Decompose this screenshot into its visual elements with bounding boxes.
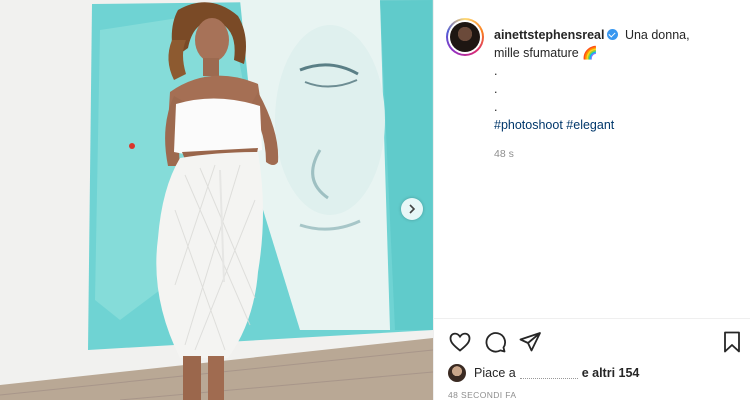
caption-dot: . <box>494 64 498 78</box>
post-timestamp: 48 SECONDI FA <box>448 390 517 400</box>
like-button[interactable] <box>448 330 472 359</box>
share-button[interactable] <box>518 330 542 359</box>
instagram-post: ainettstephensreal Una donna, mille sfum… <box>0 0 750 400</box>
bookmark-icon <box>724 331 740 353</box>
redacted-username <box>519 368 578 379</box>
likes-prefix: Piace a <box>474 366 516 380</box>
avatar-image <box>450 22 480 52</box>
chevron-right-icon <box>409 204 416 214</box>
heart-icon <box>449 332 471 352</box>
caption-timestamp: 48 s <box>494 148 514 160</box>
comment-icon <box>485 332 506 353</box>
post-sidebar: ainettstephensreal Una donna, mille sfum… <box>433 0 750 400</box>
likes-count[interactable]: e altri 154 <box>582 366 640 380</box>
verified-badge-icon <box>607 29 619 40</box>
caption-text: ainettstephensreal Una donna, mille sfum… <box>494 26 734 134</box>
caption-line-1: Una donna, <box>624 28 690 42</box>
photo-illustration <box>0 0 433 400</box>
caption-dot: . <box>494 100 498 114</box>
caption-dot: . <box>494 82 498 96</box>
next-photo-button[interactable] <box>401 198 423 220</box>
rainbow-emoji: 🌈 <box>582 46 598 60</box>
save-button[interactable] <box>720 330 744 359</box>
divider <box>434 318 750 319</box>
author-username[interactable]: ainettstephensreal <box>494 28 604 42</box>
comment-button[interactable] <box>483 330 507 359</box>
post-actions <box>448 330 744 356</box>
liker-avatar <box>448 364 466 382</box>
paper-plane-icon <box>519 332 541 352</box>
post-photo[interactable] <box>0 0 433 400</box>
author-avatar[interactable] <box>446 18 484 56</box>
hashtags-link[interactable]: #photoshoot #elegant <box>494 118 614 132</box>
caption-line-2: mille sfumature <box>494 46 579 60</box>
likes-summary[interactable]: Piace a e altri 154 <box>448 362 639 384</box>
